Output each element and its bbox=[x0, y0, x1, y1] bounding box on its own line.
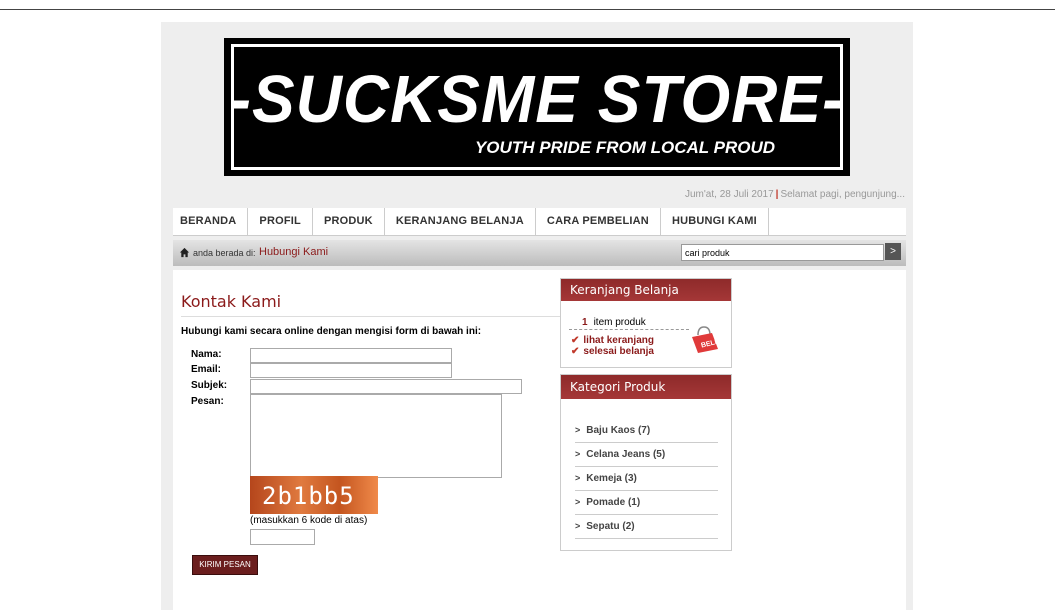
message-field[interactable] bbox=[250, 394, 502, 478]
cart-widget: Keranjang Belanja 1 item produk ✔ lihat ke… bbox=[560, 278, 732, 368]
chevron-right-icon: > bbox=[575, 425, 581, 435]
subject-field[interactable] bbox=[250, 379, 522, 394]
category-list: > Baju Kaos (7) > Celana Jeans (5) > Kemeja… bbox=[575, 419, 718, 539]
main-content: Kontak Kami Hubungi kami secara online d… bbox=[173, 270, 906, 610]
breadcrumb-bar: anda berada di: Hubungi Kami > bbox=[173, 240, 906, 266]
cart-widget-title: Keranjang Belanja bbox=[561, 279, 731, 301]
send-message-button[interactable]: KIRIM PESAN bbox=[192, 555, 258, 575]
breadcrumb-current[interactable]: Hubungi Kami bbox=[259, 246, 328, 258]
page-container: -SUCKSME STORE- YOUTH PRIDE FROM LOCAL P… bbox=[161, 22, 913, 610]
captcha-input[interactable] bbox=[250, 529, 315, 545]
category-label: Baju Kaos (7) bbox=[586, 425, 651, 436]
check-icon: ✔ bbox=[571, 346, 580, 357]
search-button[interactable]: > bbox=[885, 243, 901, 260]
chevron-right-icon: > bbox=[575, 473, 581, 483]
category-widget: Kategori Produk > Baju Kaos (7) > Celana J… bbox=[560, 374, 732, 551]
menu-item-cara-pembelian[interactable]: CARA PEMBELIAN bbox=[536, 208, 661, 235]
captcha-text: 2b1bb5 bbox=[262, 482, 355, 510]
finish-shopping-link[interactable]: ✔ selesai belanja bbox=[571, 346, 654, 357]
cart-count: 1 item produk bbox=[582, 317, 646, 328]
menu-item-beranda[interactable]: BERANDA bbox=[173, 208, 249, 235]
search-box: > bbox=[681, 243, 901, 262]
top-rule bbox=[0, 9, 1055, 10]
email-field[interactable] bbox=[250, 363, 452, 378]
contact-intro: Hubungi kami secara online dengan mengis… bbox=[181, 326, 482, 337]
category-item-kemeja[interactable]: > Kemeja (3) bbox=[575, 467, 718, 491]
date-greeting: Jum'at, 28 Juli 2017 | Selamat pagi, pengu… bbox=[685, 189, 905, 200]
category-item-baju-kaos[interactable]: > Baju Kaos (7) bbox=[575, 419, 718, 443]
email-label: Email: bbox=[191, 364, 222, 375]
menu-item-hubungi-kami[interactable]: HUBUNGI KAMI bbox=[661, 208, 769, 235]
home-icon[interactable] bbox=[179, 247, 190, 258]
page-title: Kontak Kami bbox=[181, 292, 282, 311]
chevron-right-icon: > bbox=[575, 497, 581, 507]
greeting-text: Selamat pagi, pengunjung... bbox=[780, 189, 905, 200]
menu-item-produk[interactable]: PRODUK bbox=[313, 208, 385, 235]
store-banner[interactable]: -SUCKSME STORE- YOUTH PRIDE FROM LOCAL P… bbox=[224, 38, 850, 176]
cart-count-number: 1 bbox=[582, 317, 588, 328]
name-label: Nama: bbox=[191, 349, 222, 360]
message-label: Pesan: bbox=[191, 396, 224, 407]
current-date: Jum'at, 28 Juli 2017 bbox=[685, 189, 774, 200]
menu-item-profil[interactable]: PROFIL bbox=[248, 208, 313, 235]
view-cart-link[interactable]: ✔ lihat keranjang bbox=[571, 335, 654, 346]
chevron-right-icon: > bbox=[575, 521, 581, 531]
subject-label: Subjek: bbox=[191, 380, 228, 391]
category-label: Pomade (1) bbox=[586, 497, 641, 508]
category-item-celana-jeans[interactable]: > Celana Jeans (5) bbox=[575, 443, 718, 467]
name-field[interactable] bbox=[250, 348, 452, 363]
view-cart-label: lihat keranjang bbox=[583, 335, 654, 346]
cart-divider bbox=[569, 329, 689, 330]
search-input[interactable] bbox=[681, 244, 884, 261]
check-icon: ✔ bbox=[571, 335, 580, 346]
category-label: Sepatu (2) bbox=[586, 521, 635, 532]
finish-shopping-label: selesai belanja bbox=[583, 346, 654, 357]
category-label: Celana Jeans (5) bbox=[586, 449, 666, 460]
main-menu: BERANDA PROFIL PRODUK KERANJANG BELANJA … bbox=[173, 208, 906, 236]
separator: | bbox=[775, 189, 779, 200]
chevron-right-icon: > bbox=[575, 449, 581, 459]
breadcrumb-label: anda berada di: bbox=[193, 248, 256, 258]
category-label: Kemeja (3) bbox=[586, 473, 637, 484]
store-name: -SUCKSME STORE- bbox=[229, 61, 845, 137]
menu-item-keranjang-belanja[interactable]: KERANJANG BELANJA bbox=[385, 208, 536, 235]
category-widget-title: Kategori Produk bbox=[561, 375, 731, 399]
category-item-pomade[interactable]: > Pomade (1) bbox=[575, 491, 718, 515]
shopping-bag-icon: BELI bbox=[692, 326, 718, 353]
captcha-image: 2b1bb5 bbox=[250, 476, 378, 514]
store-tagline: YOUTH PRIDE FROM LOCAL PROUD bbox=[474, 138, 775, 157]
category-item-sepatu[interactable]: > Sepatu (2) bbox=[575, 515, 718, 539]
captcha-hint: (masukkan 6 kode di atas) bbox=[250, 515, 368, 526]
cart-count-label: item produk bbox=[593, 317, 646, 328]
